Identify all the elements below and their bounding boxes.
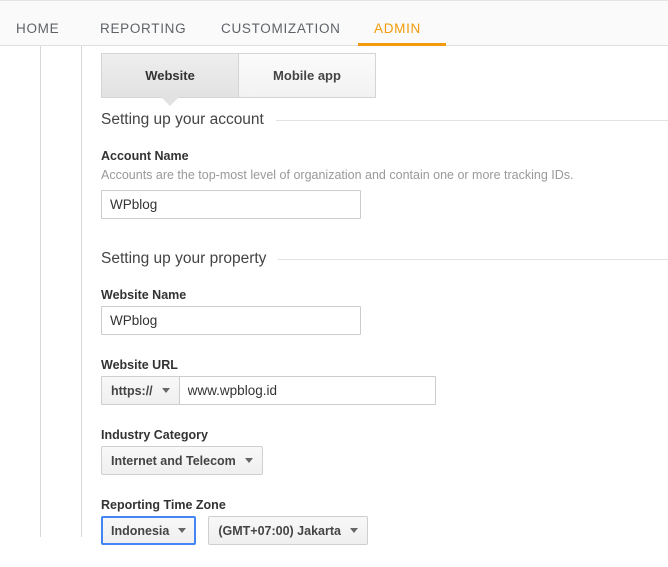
section-rule <box>278 258 668 260</box>
section-title-property: Setting up your property <box>101 250 267 267</box>
section-header-account: Setting up your account <box>101 110 668 130</box>
industry-category-dropdown[interactable]: Internet and Telecom <box>101 446 263 475</box>
label-website-name: Website Name <box>101 288 187 302</box>
chevron-down-icon <box>244 458 253 463</box>
account-name-input[interactable] <box>101 190 361 219</box>
url-protocol-value: https:// <box>111 383 153 398</box>
nav-item-admin[interactable]: ADMIN <box>374 22 421 36</box>
tab-mobile-app[interactable]: Mobile app <box>238 53 376 98</box>
rail-divider-outer <box>40 46 41 537</box>
time-zone-offset-dropdown[interactable]: (GMT+07:00) Jakarta <box>208 516 368 545</box>
time-zone-country-dropdown[interactable]: Indonesia <box>101 516 197 545</box>
property-type-tabs: Website Mobile app <box>101 53 376 106</box>
reporting-time-zone-row: Indonesia (GMT+07:00) Jakarta <box>101 516 668 545</box>
tab-selected-caret-icon <box>161 97 179 106</box>
website-name-input[interactable] <box>101 306 361 335</box>
nav-item-customization[interactable]: CUSTOMIZATION <box>221 22 341 36</box>
label-industry-category: Industry Category <box>101 428 208 442</box>
industry-category-value: Internet and Telecom <box>111 453 236 468</box>
field-reporting-time-zone: Reporting Time Zone Indonesia (GMT+07:00… <box>101 497 668 545</box>
website-url-row: https:// <box>101 376 668 405</box>
tab-mobile-app-label: Mobile app <box>273 68 341 83</box>
time-zone-country-value: Indonesia <box>111 523 170 538</box>
tab-website-label: Website <box>145 68 195 83</box>
label-account-name: Account Name <box>101 149 189 163</box>
top-navigation-bar: HOME REPORTING CUSTOMIZATION ADMIN <box>0 0 668 46</box>
time-zone-offset-value: (GMT+07:00) Jakarta <box>218 523 341 538</box>
field-account-name: Account Name Accounts are the top-most l… <box>101 148 668 219</box>
section-header-property: Setting up your property <box>101 249 668 269</box>
chevron-down-icon <box>178 528 187 533</box>
nav-item-home[interactable]: HOME <box>16 22 59 36</box>
chevron-down-icon <box>161 388 170 393</box>
website-url-input[interactable] <box>178 376 436 405</box>
label-reporting-time-zone: Reporting Time Zone <box>101 498 226 512</box>
section-rule <box>275 119 668 121</box>
label-website-url: Website URL <box>101 358 178 372</box>
chevron-down-icon <box>349 528 358 533</box>
admin-setup-panel: Website Mobile app Setting up your accou… <box>82 46 668 545</box>
url-protocol-dropdown[interactable]: https:// <box>101 376 179 405</box>
field-website-url: Website URL https:// <box>101 357 668 405</box>
section-title-account: Setting up your account <box>101 111 264 128</box>
tab-website[interactable]: Website <box>101 53 238 106</box>
help-account-name: Accounts are the top-most level of organ… <box>101 168 574 182</box>
nav-item-reporting[interactable]: REPORTING <box>100 22 186 36</box>
setup-form: Setting up your account Account Name Acc… <box>101 110 668 567</box>
field-industry-category: Industry Category Internet and Telecom <box>101 427 668 475</box>
field-website-name: Website Name <box>101 287 668 335</box>
